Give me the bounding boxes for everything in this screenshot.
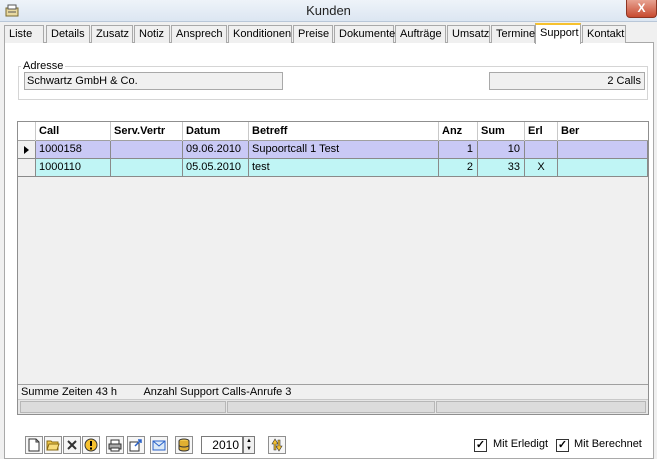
tab-ansprech[interactable]: Ansprech [171, 25, 227, 43]
cell-anz[interactable]: 1 [439, 141, 478, 159]
header-sum[interactable]: Sum [478, 122, 525, 141]
tab-zusatz[interactable]: Zusatz [91, 25, 133, 43]
print-icon [108, 439, 122, 451]
year-spin-down-icon[interactable]: ▼ [244, 445, 254, 453]
header-rowselector [18, 122, 36, 141]
cell-serv-vertr[interactable] [111, 141, 183, 159]
open-button[interactable] [44, 436, 62, 454]
tab-dokumente[interactable]: Dokumente [334, 25, 395, 43]
scrollbar-segment-left[interactable] [20, 401, 226, 413]
window-title: Kunden [306, 3, 351, 18]
grid-status-bar: Summe Zeiten 43 h Anzahl Support Calls-A… [18, 384, 648, 399]
header-anz[interactable]: Anz [439, 122, 478, 141]
current-row-pointer-icon [24, 146, 29, 154]
mit-erledigt-checkbox[interactable]: ✓ [474, 439, 487, 452]
year-spin-up-icon[interactable]: ▲ [244, 437, 254, 445]
scrollbar-thumb[interactable] [227, 401, 435, 413]
year-input[interactable]: 2010 [201, 436, 243, 454]
support-calls-grid: Call Serv.Vertr Datum Betreff Anz Sum Er… [17, 121, 649, 415]
cell-call[interactable]: 1000110 [36, 159, 111, 177]
database-button[interactable] [175, 436, 193, 454]
cell-datum[interactable]: 09.06.2010 [183, 141, 249, 159]
year-spinner[interactable]: ▲ ▼ [243, 436, 255, 454]
print-button[interactable] [106, 436, 124, 454]
refresh-button[interactable] [268, 436, 286, 454]
tab-notiz[interactable]: Notiz [134, 25, 170, 43]
header-ber[interactable]: Ber [558, 122, 648, 141]
cell-datum[interactable]: 05.05.2010 [183, 159, 249, 177]
tab-support[interactable]: Support [535, 23, 581, 44]
cell-sum[interactable]: 33 [478, 159, 525, 177]
cell-erl[interactable]: X [525, 159, 558, 177]
cell-serv-vertr[interactable] [111, 159, 183, 177]
alert-icon [84, 438, 98, 452]
tab-konditionen[interactable]: Konditionen [228, 25, 292, 43]
header-call[interactable]: Call [36, 122, 111, 141]
close-button[interactable]: X [626, 0, 657, 18]
cell-betreff[interactable]: Supoortcall 1 Test [249, 141, 439, 159]
scrollbar-segment-right[interactable] [436, 401, 646, 413]
mit-berechnet-label: Mit Berechnet [574, 438, 642, 450]
table-row[interactable]: 1000158 09.06.2010 Supoortcall 1 Test 1 … [18, 141, 648, 159]
mit-erledigt-label: Mit Erledigt [493, 438, 549, 450]
tab-termine[interactable]: Termine [491, 25, 535, 43]
cell-sum[interactable]: 10 [478, 141, 525, 159]
email-icon [152, 440, 166, 450]
horizontal-scrollbar[interactable] [18, 399, 648, 414]
cell-anz[interactable]: 2 [439, 159, 478, 177]
new-button[interactable] [25, 436, 43, 454]
refresh-icon [271, 438, 283, 452]
address-field[interactable]: Schwartz GmbH & Co. [24, 72, 283, 90]
tab-auftraege[interactable]: Aufträge [395, 25, 446, 43]
tab-umsatz[interactable]: Umsatz [447, 25, 490, 43]
support-call-count-text: Anzahl Support Calls-Anrufe 3 [143, 386, 292, 398]
alert-button[interactable] [82, 436, 100, 454]
cell-betreff[interactable]: test [249, 159, 439, 177]
delete-button[interactable] [63, 436, 81, 454]
tab-details[interactable]: Details [46, 25, 90, 43]
table-row[interactable]: 1000110 05.05.2010 test 2 33 X [18, 159, 648, 177]
grid-header: Call Serv.Vertr Datum Betreff Anz Sum Er… [18, 122, 648, 141]
address-legend: Adresse [23, 60, 64, 72]
calls-count-field: 2 Calls [489, 72, 645, 90]
row-selector[interactable] [18, 159, 36, 177]
header-betreff[interactable]: Betreff [249, 122, 439, 141]
delete-icon [67, 440, 77, 450]
tab-strip: Liste Details Zusatz Notiz Ansprech Kond… [4, 23, 654, 44]
tab-preise[interactable]: Preise [293, 25, 333, 43]
title-bar: Kunden X [0, 0, 657, 22]
email-button[interactable] [150, 436, 168, 454]
mit-berechnet-checkbox[interactable]: ✓ [556, 439, 569, 452]
new-document-icon [28, 438, 40, 452]
tab-kontakt[interactable]: Kontakt [582, 25, 626, 43]
export-icon [129, 438, 142, 451]
header-datum[interactable]: Datum [183, 122, 249, 141]
database-icon [178, 438, 190, 452]
cell-ber[interactable] [558, 159, 648, 177]
cell-ber[interactable] [558, 141, 648, 159]
header-erl[interactable]: Erl [525, 122, 558, 141]
row-selector[interactable] [18, 141, 36, 159]
export-button[interactable] [127, 436, 145, 454]
header-serv-vertr[interactable]: Serv.Vertr [111, 122, 183, 141]
tab-liste[interactable]: Liste [4, 25, 44, 43]
total-time-text: Summe Zeiten 43 h [21, 386, 117, 398]
open-folder-icon [46, 440, 60, 451]
cell-call[interactable]: 1000158 [36, 141, 111, 159]
cell-erl[interactable] [525, 141, 558, 159]
